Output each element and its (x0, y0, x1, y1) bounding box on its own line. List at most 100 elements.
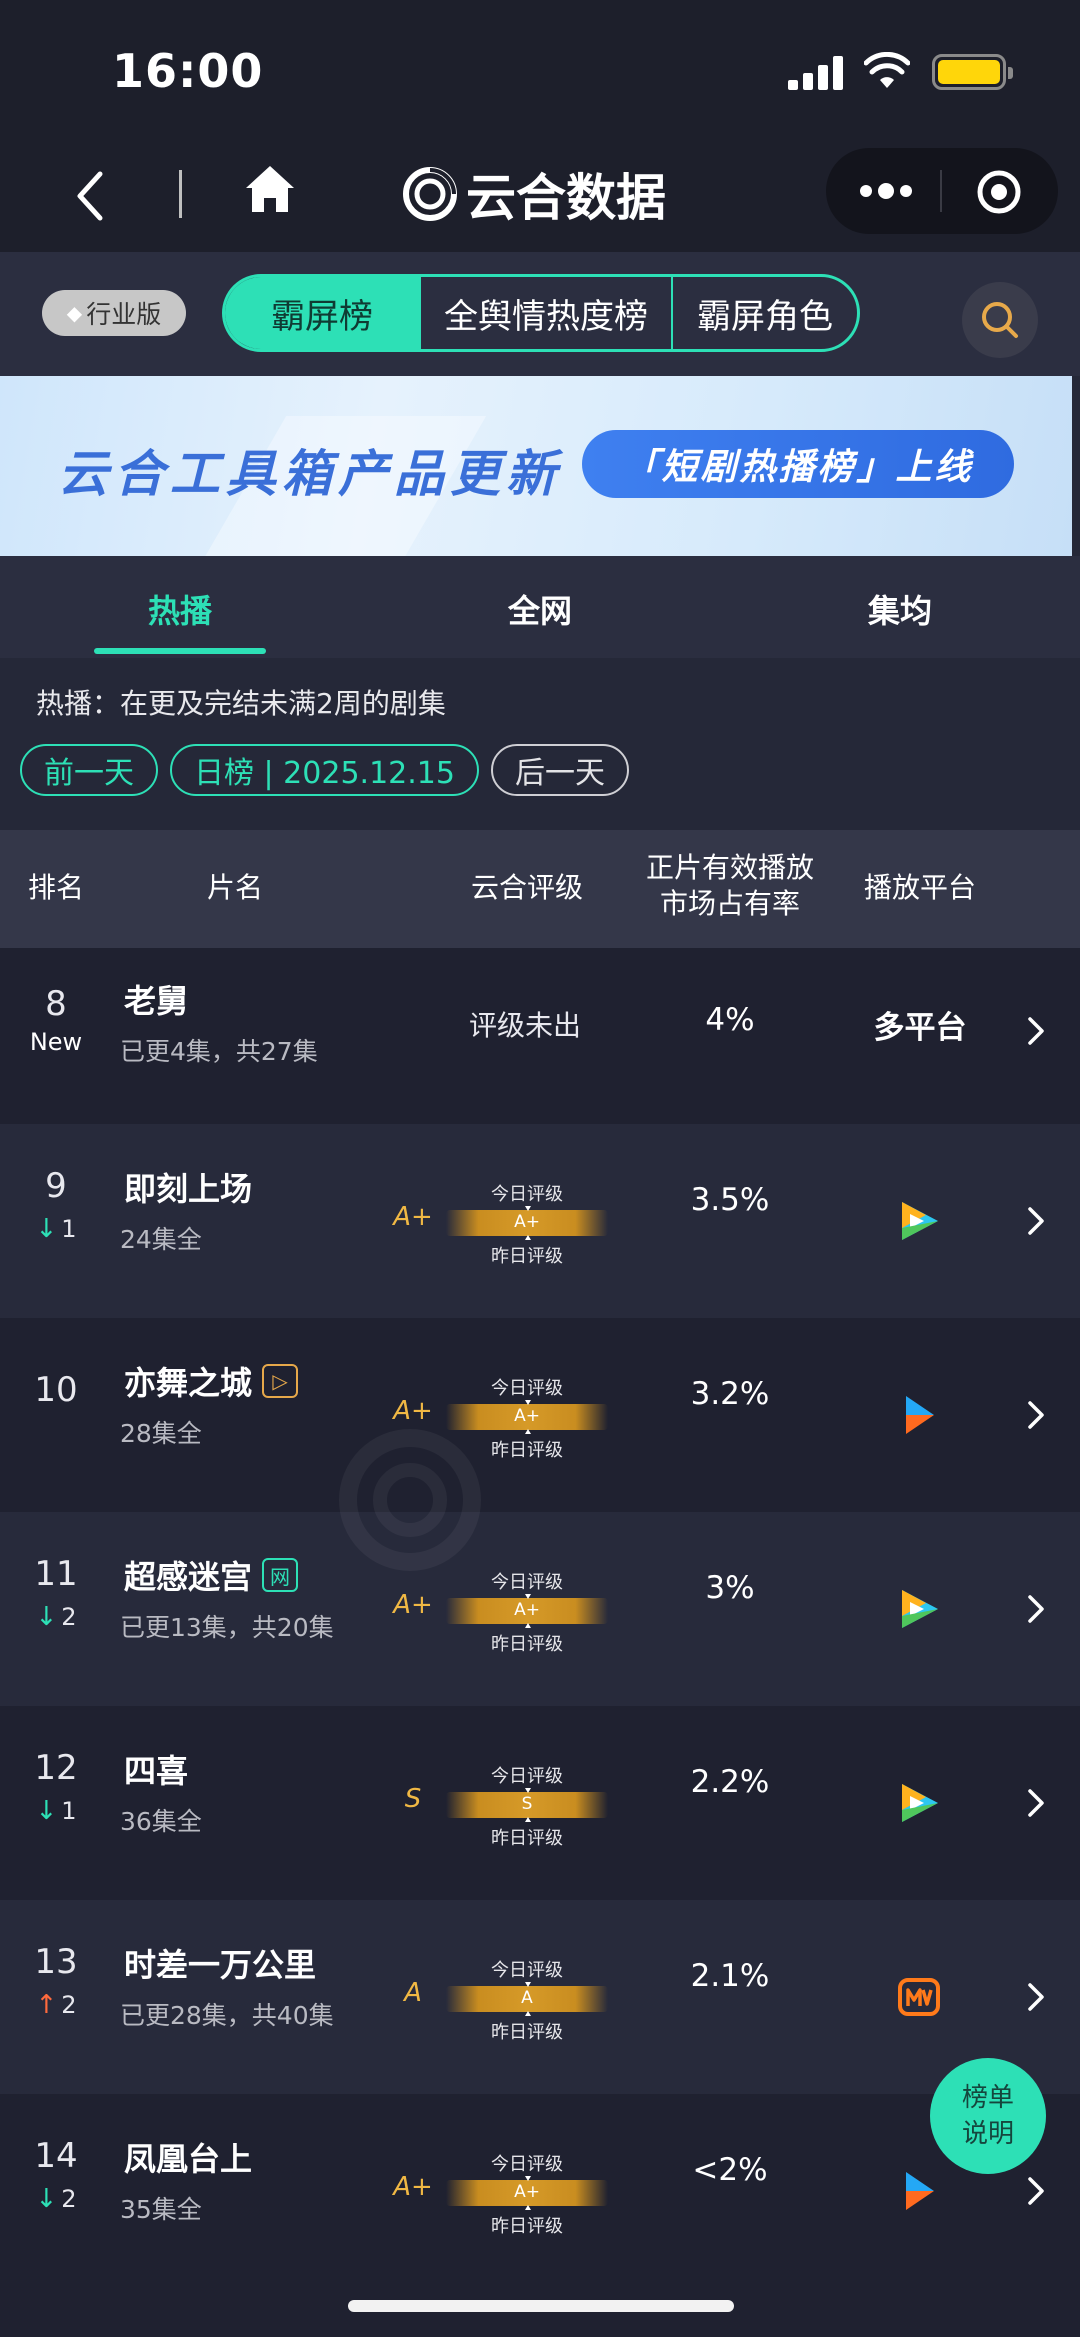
grade-letter: A+ (393, 1396, 433, 1426)
tencent-video-icon (902, 1784, 938, 1822)
header-rank: 排名 (27, 871, 84, 904)
episode-info: 已更4集，共27集 (120, 1037, 318, 1066)
episode-info: 24集全 (120, 1225, 202, 1254)
web-series-badge: 网 (262, 1558, 299, 1592)
grade-bar-value: A+ (514, 2182, 540, 2202)
tab-per-episode[interactable]: 集均 (800, 586, 1000, 632)
market-share: <2% (692, 2152, 768, 2188)
search-button[interactable] (962, 282, 1038, 358)
grade-bar-value: A (521, 1988, 533, 2008)
drama-title-text: 四喜 (124, 1752, 189, 1790)
home-indicator[interactable] (348, 2300, 734, 2312)
chart-description: 热播：在更及完结未满2周的剧集 (36, 687, 446, 720)
table-header: 排名 片名 云合评级 正片有效播放 市场占有率 播放平台 (0, 830, 1080, 948)
next-day-button[interactable]: 后一天 (490, 744, 629, 796)
header-share-line1: 正片有效播放 (645, 851, 814, 884)
grade-indicator: 今日评级 A+ 昨日评级 (446, 1374, 608, 1461)
grade-bar-value: A+ (514, 1600, 540, 1620)
grade-indicator: 今日评级 A+ 昨日评级 (446, 1180, 608, 1267)
close-miniprogram-icon[interactable] (976, 169, 1022, 215)
arrow-down-icon: ↓ (35, 1214, 58, 1244)
rank-number: 11 (34, 1554, 78, 1594)
market-share: 3% (705, 1570, 755, 1606)
grade-bar: A (446, 1982, 608, 2016)
rank-number: 14 (34, 2136, 78, 2176)
table-row[interactable]: 13 ↑ 2 时差一万公里 已更28集，共40集 A 今日评级 A 昨日评级 2.… (0, 1900, 1080, 2094)
table-row[interactable]: 8 New 老舅 已更4集，共27集 评级未出 4% 多平台 (0, 948, 1080, 1142)
grade-today-label: 今日评级 (491, 1378, 563, 1399)
grade-yesterday-label: 昨日评级 (491, 2216, 563, 2237)
youku-icon (906, 1396, 934, 1434)
grade-indicator: 今日评级 A 昨日评级 (446, 1956, 608, 2043)
rank-change: ↓ 1 (16, 1796, 96, 1826)
drama-title: 时差一万公里 (124, 1940, 316, 1986)
edition-badge[interactable]: ◆ 行业版 (42, 290, 186, 336)
tab-all-network[interactable]: 全网 (440, 586, 640, 632)
banner-pill: 「短剧热播榜」上线 (582, 430, 1014, 498)
back-arrow-icon[interactable] (70, 168, 110, 224)
grade-bar-value: A+ (514, 1212, 540, 1232)
grade-bar: A+ (446, 1594, 608, 1628)
segment-bapingjuese[interactable]: 霸屏角色 (671, 277, 857, 349)
market-share: 2.2% (690, 1764, 770, 1800)
rank-change-value: 2 (61, 1603, 77, 1631)
segment-control: 霸屏榜 全舆情热度榜 霸屏角色 (222, 274, 860, 352)
current-date-pill[interactable]: 日榜 | 2025.12.15 (170, 744, 479, 796)
edition-label: 行业版 (86, 300, 162, 329)
drama-title: 四喜 (124, 1746, 188, 1792)
mango-tv-icon (898, 1978, 940, 2016)
promo-banner[interactable]: 云合工具箱产品更新 「短剧热播榜」上线 (0, 376, 1072, 556)
episode-info: 已更13集，共20集 (120, 1613, 334, 1642)
tencent-video-icon (902, 1590, 938, 1628)
table-row[interactable]: 9 ↓ 1 即刻上场 24集全 A+ 今日评级 A+ 昨日评级 3.5% (0, 1124, 1080, 1318)
segment-row: ◆ 行业版 霸屏榜 全舆情热度榜 霸屏角色 (0, 252, 1080, 376)
play-badge-icon: ▷ (262, 1364, 299, 1398)
grade-yesterday-label: 昨日评级 (491, 2022, 563, 2043)
table-row[interactable]: 11 ↓ 2 超感迷宫网 已更13集，共20集 A+ 今日评级 A+ 昨日评级 3… (0, 1512, 1080, 1706)
tab-hot[interactable]: 热播 (80, 586, 280, 632)
youku-icon (906, 2172, 934, 2210)
grade-yesterday-label: 昨日评级 (491, 1246, 563, 1267)
grade-yesterday-label: 昨日评级 (491, 1440, 563, 1461)
ranking-info-line1: 榜单 (961, 2083, 1014, 2113)
home-icon[interactable] (242, 162, 298, 218)
segment-quanyuqing[interactable]: 全舆情热度榜 (419, 277, 671, 349)
chevron-right-icon (1028, 1789, 1044, 1817)
arrow-down-icon: ↓ (35, 1602, 58, 1632)
grade-letter: A+ (393, 1590, 433, 1620)
grade-today-label: 今日评级 (491, 1960, 563, 1981)
prev-day-button[interactable]: 前一天 (20, 744, 158, 796)
more-icon[interactable] (858, 176, 914, 206)
arrow-down-icon: ↓ (35, 1796, 58, 1826)
header-share-line2: 市场占有率 (659, 887, 800, 920)
rank-change: ↓ 1 (16, 1214, 96, 1244)
grade-bar: A+ (446, 1400, 608, 1434)
arrow-down-icon: ↓ (35, 2184, 58, 2214)
ranking-info-button[interactable]: 榜单 说明 (930, 2058, 1046, 2174)
episode-info: 36集全 (120, 1807, 202, 1836)
rank-change: ↑ 2 (16, 1990, 96, 2020)
rank-number: 8 (45, 984, 67, 1024)
drama-title-text: 老舅 (124, 982, 189, 1020)
grade-yesterday-label: 昨日评级 (491, 1634, 563, 1655)
grade-bar: A+ (446, 1206, 608, 1240)
segment-bapingbang[interactable]: 霸屏榜 (225, 277, 419, 349)
miniprogram-capsule (826, 148, 1058, 234)
chevron-right-icon (1028, 1401, 1044, 1429)
tencent-video-icon (902, 1202, 938, 1240)
date-selector: 前一天 日榜 | 2025.12.15 后一天 (20, 744, 629, 796)
rank-change-value: 1 (61, 1797, 77, 1825)
capsule-divider (940, 170, 942, 212)
enlightent-logo-icon (403, 167, 457, 221)
episode-info: 28集全 (120, 1419, 202, 1448)
grade-indicator: 今日评级 A+ 昨日评级 (446, 1568, 608, 1655)
status-bar: 16:00 (0, 0, 1080, 140)
grade-letter: A (404, 1978, 422, 2008)
rank-change-new: New (29, 1028, 83, 1056)
grade-letter: A+ (393, 2172, 433, 2202)
market-share: 3.2% (690, 1376, 770, 1412)
drama-title-text: 亦舞之城 (124, 1364, 253, 1402)
table-row[interactable]: 12 ↓ 1 四喜 36集全 S 今日评级 S 昨日评级 2.2% (0, 1706, 1080, 1900)
chevron-right-icon (1028, 1017, 1044, 1045)
table-row[interactable]: 10 亦舞之城 ▷ 28集全 A+ 今日评级 A+ 昨日评级 3.2% (0, 1318, 1080, 1512)
